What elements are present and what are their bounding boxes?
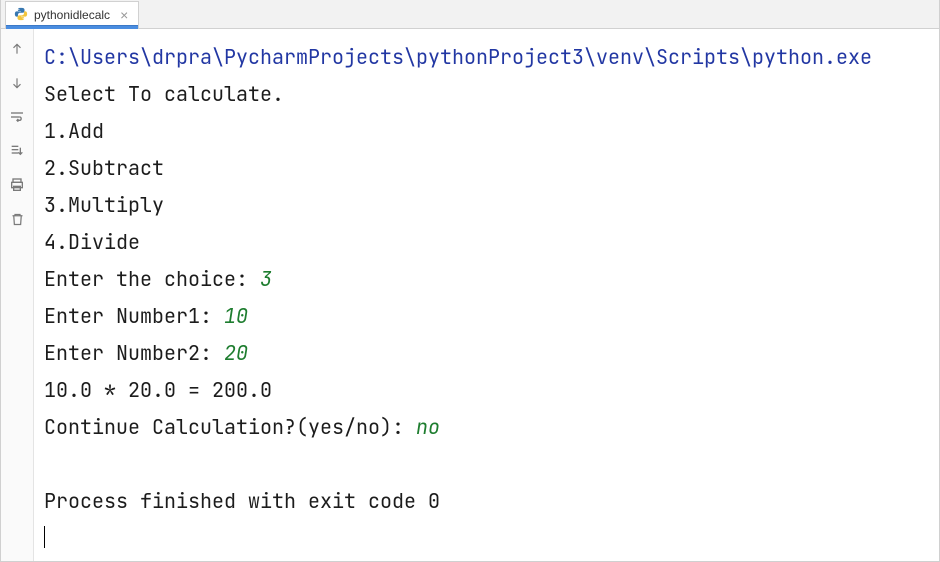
output-line: 2.Subtract (44, 155, 164, 181)
output-prompt: Enter Number1: (44, 303, 224, 329)
user-input: 20 (224, 340, 248, 366)
output-line: 10.0 * 20.0 = 200.0 (44, 377, 272, 403)
caret (44, 526, 45, 548)
soft-wrap-icon[interactable] (7, 107, 27, 127)
clear-icon[interactable] (7, 209, 27, 229)
interpreter-path: C:\Users\drpra\PycharmProjects\pythonPro… (44, 44, 872, 70)
user-input: 3 (260, 266, 272, 292)
scroll-up-icon[interactable] (7, 39, 27, 59)
output-prompt: Continue Calculation?(yes/no): (44, 414, 416, 440)
user-input: 10 (224, 303, 248, 329)
exit-line: Process finished with exit code 0 (44, 488, 440, 514)
output-line: 4.Divide (44, 229, 140, 255)
run-tool-window: pythonidlecalc × (0, 0, 940, 562)
output-line: Select To calculate. (44, 81, 284, 107)
run-body: C:\Users\drpra\PycharmProjects\pythonPro… (1, 29, 939, 561)
output-prompt: Enter Number2: (44, 340, 224, 366)
run-tab-bar: pythonidlecalc × (1, 0, 939, 29)
user-input: no (416, 414, 440, 440)
python-file-icon (14, 7, 28, 24)
print-icon[interactable] (7, 175, 27, 195)
console-output[interactable]: C:\Users\drpra\PycharmProjects\pythonPro… (34, 29, 939, 561)
scroll-to-end-icon[interactable] (7, 141, 27, 161)
output-line: 3.Multiply (44, 192, 164, 218)
close-icon[interactable]: × (120, 8, 128, 22)
scroll-down-icon[interactable] (7, 73, 27, 93)
run-tab-title: pythonidlecalc (34, 8, 110, 22)
output-line: 1.Add (44, 118, 104, 144)
run-toolbar (1, 29, 34, 561)
run-tab-pythonidlecalc[interactable]: pythonidlecalc × (5, 1, 139, 28)
output-prompt: Enter the choice: (44, 266, 260, 292)
